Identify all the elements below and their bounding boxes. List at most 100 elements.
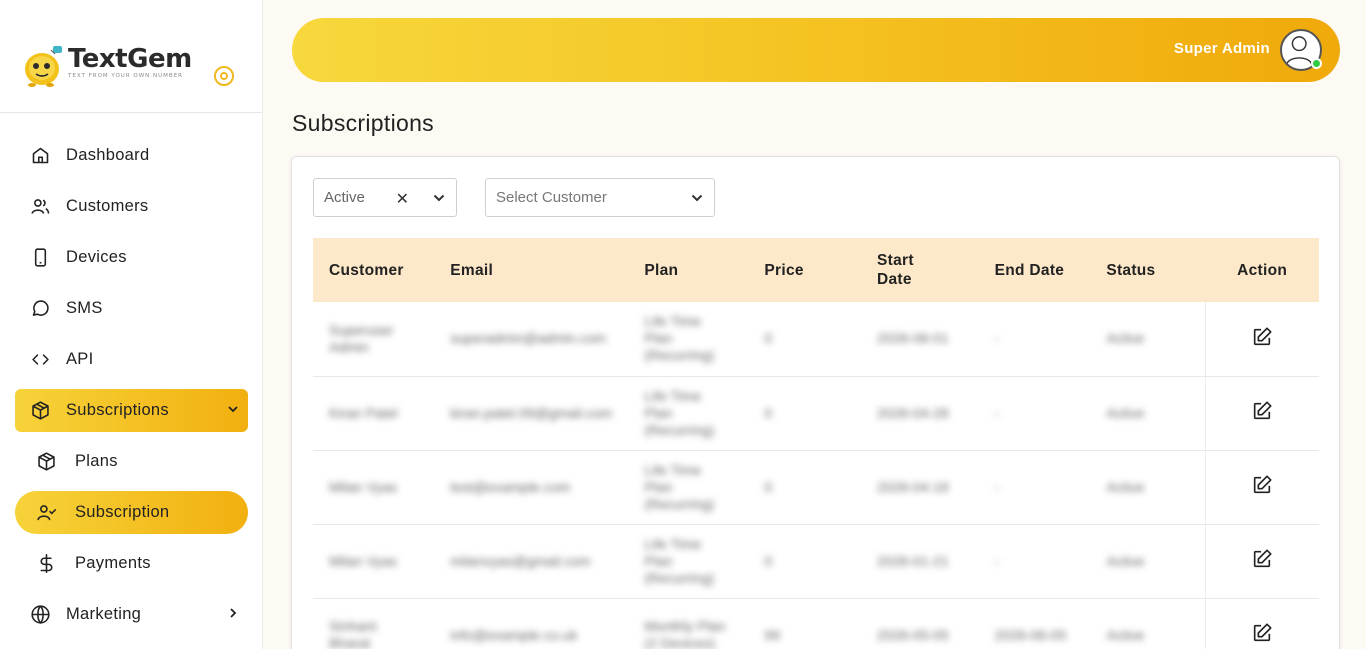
edit-icon[interactable] xyxy=(1251,400,1273,422)
logo[interactable]: TextGem TEXT FROM YOUR OWN NUMBER xyxy=(22,44,192,88)
table-header-row: Customer Email Plan Price Start Date End… xyxy=(313,238,1319,302)
sidebar-item-devices[interactable]: Devices xyxy=(15,236,248,279)
column-header[interactable]: Status xyxy=(1090,238,1205,302)
sidebar-nav: Dashboard Customers Devices SMS API Subs… xyxy=(15,134,248,644)
home-icon xyxy=(29,145,51,167)
sidebar-item-label: API xyxy=(66,350,94,368)
table-cell: superadmin@admin.com xyxy=(450,330,607,347)
table-cell: 0 xyxy=(764,404,773,421)
sidebar-item-customers[interactable]: Customers xyxy=(15,185,248,228)
message-icon xyxy=(29,298,51,320)
sidebar-item-label: Subscriptions xyxy=(66,401,169,419)
table-cell: Active xyxy=(1106,330,1145,347)
table-cell: - xyxy=(994,404,1000,421)
code-icon xyxy=(29,349,51,371)
table-cell: 2026-04-18 xyxy=(877,478,949,495)
online-status-indicator xyxy=(1311,58,1322,69)
column-header[interactable]: Customer xyxy=(313,238,434,302)
table-cell: Active xyxy=(1106,404,1145,421)
brand-area: TextGem TEXT FROM YOUR OWN NUMBER xyxy=(0,0,262,113)
column-header[interactable]: Start Date xyxy=(861,238,979,302)
sidebar-item-subscriptions[interactable]: Subscriptions xyxy=(15,389,248,432)
sidebar-item-label: Plans xyxy=(75,452,118,470)
sidebar: TextGem TEXT FROM YOUR OWN NUMBER Dashbo… xyxy=(0,0,263,649)
table-cell: 2026-08-01 xyxy=(877,330,949,347)
user-check-icon xyxy=(35,502,57,524)
sidebar-item-label: Devices xyxy=(66,248,127,266)
table-cell: Milan Vyas xyxy=(329,552,397,569)
globe-icon xyxy=(29,604,51,626)
table-cell: Life Time Plan (Recurring) xyxy=(644,313,715,364)
chevron-down-icon[interactable] xyxy=(432,191,446,205)
user-name[interactable]: Super Admin xyxy=(1174,40,1270,57)
table-cell: Active xyxy=(1106,626,1145,643)
table-cell: Life Time Plan (Recurring) xyxy=(644,461,715,512)
table-row: Superuser Admin superadmin@admin.com Lif… xyxy=(313,302,1319,376)
users-icon xyxy=(29,196,51,218)
subscriptions-table: Customer Email Plan Price Start Date End… xyxy=(313,238,1319,649)
table-cell: Monthly Plan (2 Devices) xyxy=(644,618,726,649)
table-cell: test@example.com xyxy=(450,478,571,495)
column-header[interactable]: End Date xyxy=(979,238,1091,302)
sidebar-item-label: Subscription xyxy=(75,503,170,521)
customer-filter-select[interactable]: Select Customer xyxy=(485,178,715,217)
package-icon xyxy=(29,400,51,422)
table-cell: Active xyxy=(1106,478,1145,495)
chevron-down-icon[interactable] xyxy=(690,191,704,205)
toggle-dot-icon xyxy=(220,72,228,80)
table-cell: Sinhant Bharat xyxy=(329,618,377,649)
sidebar-item-sms[interactable]: SMS xyxy=(15,287,248,330)
brand-name: TextGem xyxy=(68,44,192,74)
action-cell xyxy=(1204,376,1319,450)
table-cell: - xyxy=(994,552,1000,569)
brand-tagline: TEXT FROM YOUR OWN NUMBER xyxy=(68,73,183,79)
customer-filter-placeholder: Select Customer xyxy=(496,189,607,206)
sidebar-item-dashboard[interactable]: Dashboard xyxy=(15,134,248,177)
column-header[interactable]: Price xyxy=(748,238,861,302)
column-header[interactable]: Plan xyxy=(628,238,748,302)
sidebar-toggle-button[interactable] xyxy=(214,66,234,86)
sidebar-item-label: Customers xyxy=(66,197,149,215)
edit-icon[interactable] xyxy=(1251,474,1273,496)
table-row: Milan Vyas milanvyas@gmail.com Life Time… xyxy=(313,524,1319,598)
table-cell: 2026-01-21 xyxy=(877,552,949,569)
mascot-icon xyxy=(25,46,62,87)
sidebar-item-subscription[interactable]: Subscription xyxy=(15,491,248,534)
edit-icon[interactable] xyxy=(1251,326,1273,348)
top-header: Super Admin xyxy=(292,18,1340,82)
action-cell xyxy=(1204,598,1319,649)
sidebar-item-api[interactable]: API xyxy=(15,338,248,381)
phone-icon xyxy=(29,247,51,269)
table-cell: 99 xyxy=(764,626,780,643)
table-row: Milan Vyas test@example.com Life Time Pl… xyxy=(313,450,1319,524)
sidebar-item-payments[interactable]: Payments xyxy=(15,542,248,585)
chevron-down-icon xyxy=(228,406,238,413)
table-cell: 2026-05-05 xyxy=(877,626,949,643)
table-row: Kiran Patel kiran.patel.09@gmail.com Lif… xyxy=(313,376,1319,450)
edit-icon[interactable] xyxy=(1251,548,1273,570)
sidebar-item-label: Dashboard xyxy=(66,146,150,164)
column-header[interactable]: Email xyxy=(434,238,628,302)
clear-icon[interactable]: ✕ xyxy=(396,189,409,209)
dollar-icon xyxy=(35,553,57,575)
table-cell: - xyxy=(994,478,1000,495)
package-icon xyxy=(35,451,57,473)
status-filter-select[interactable]: Active ✕ xyxy=(313,178,457,217)
sidebar-item-plans[interactable]: Plans xyxy=(15,440,248,483)
edit-icon[interactable] xyxy=(1251,622,1273,644)
sidebar-item-label: Marketing xyxy=(66,605,142,623)
chevron-right-icon xyxy=(230,608,237,618)
table-row: Sinhant Bharat info@example.co.uk Monthl… xyxy=(313,598,1319,649)
page-title: Subscriptions xyxy=(292,110,434,136)
action-cell xyxy=(1204,302,1319,376)
action-cell xyxy=(1204,450,1319,524)
table-cell: Superuser Admin xyxy=(329,321,394,355)
table-cell: Active xyxy=(1106,552,1145,569)
table-cell: Kiran Patel xyxy=(329,404,398,421)
sidebar-item-label: Payments xyxy=(75,554,151,572)
table-cell: 0 xyxy=(764,330,773,347)
subscriptions-card: Active ✕ Select Customer Customer Email … xyxy=(291,156,1340,649)
sidebar-item-marketing[interactable]: Marketing xyxy=(15,593,248,636)
table-cell: milanvyas@gmail.com xyxy=(450,552,591,569)
column-header-text: Start Date xyxy=(877,252,914,288)
